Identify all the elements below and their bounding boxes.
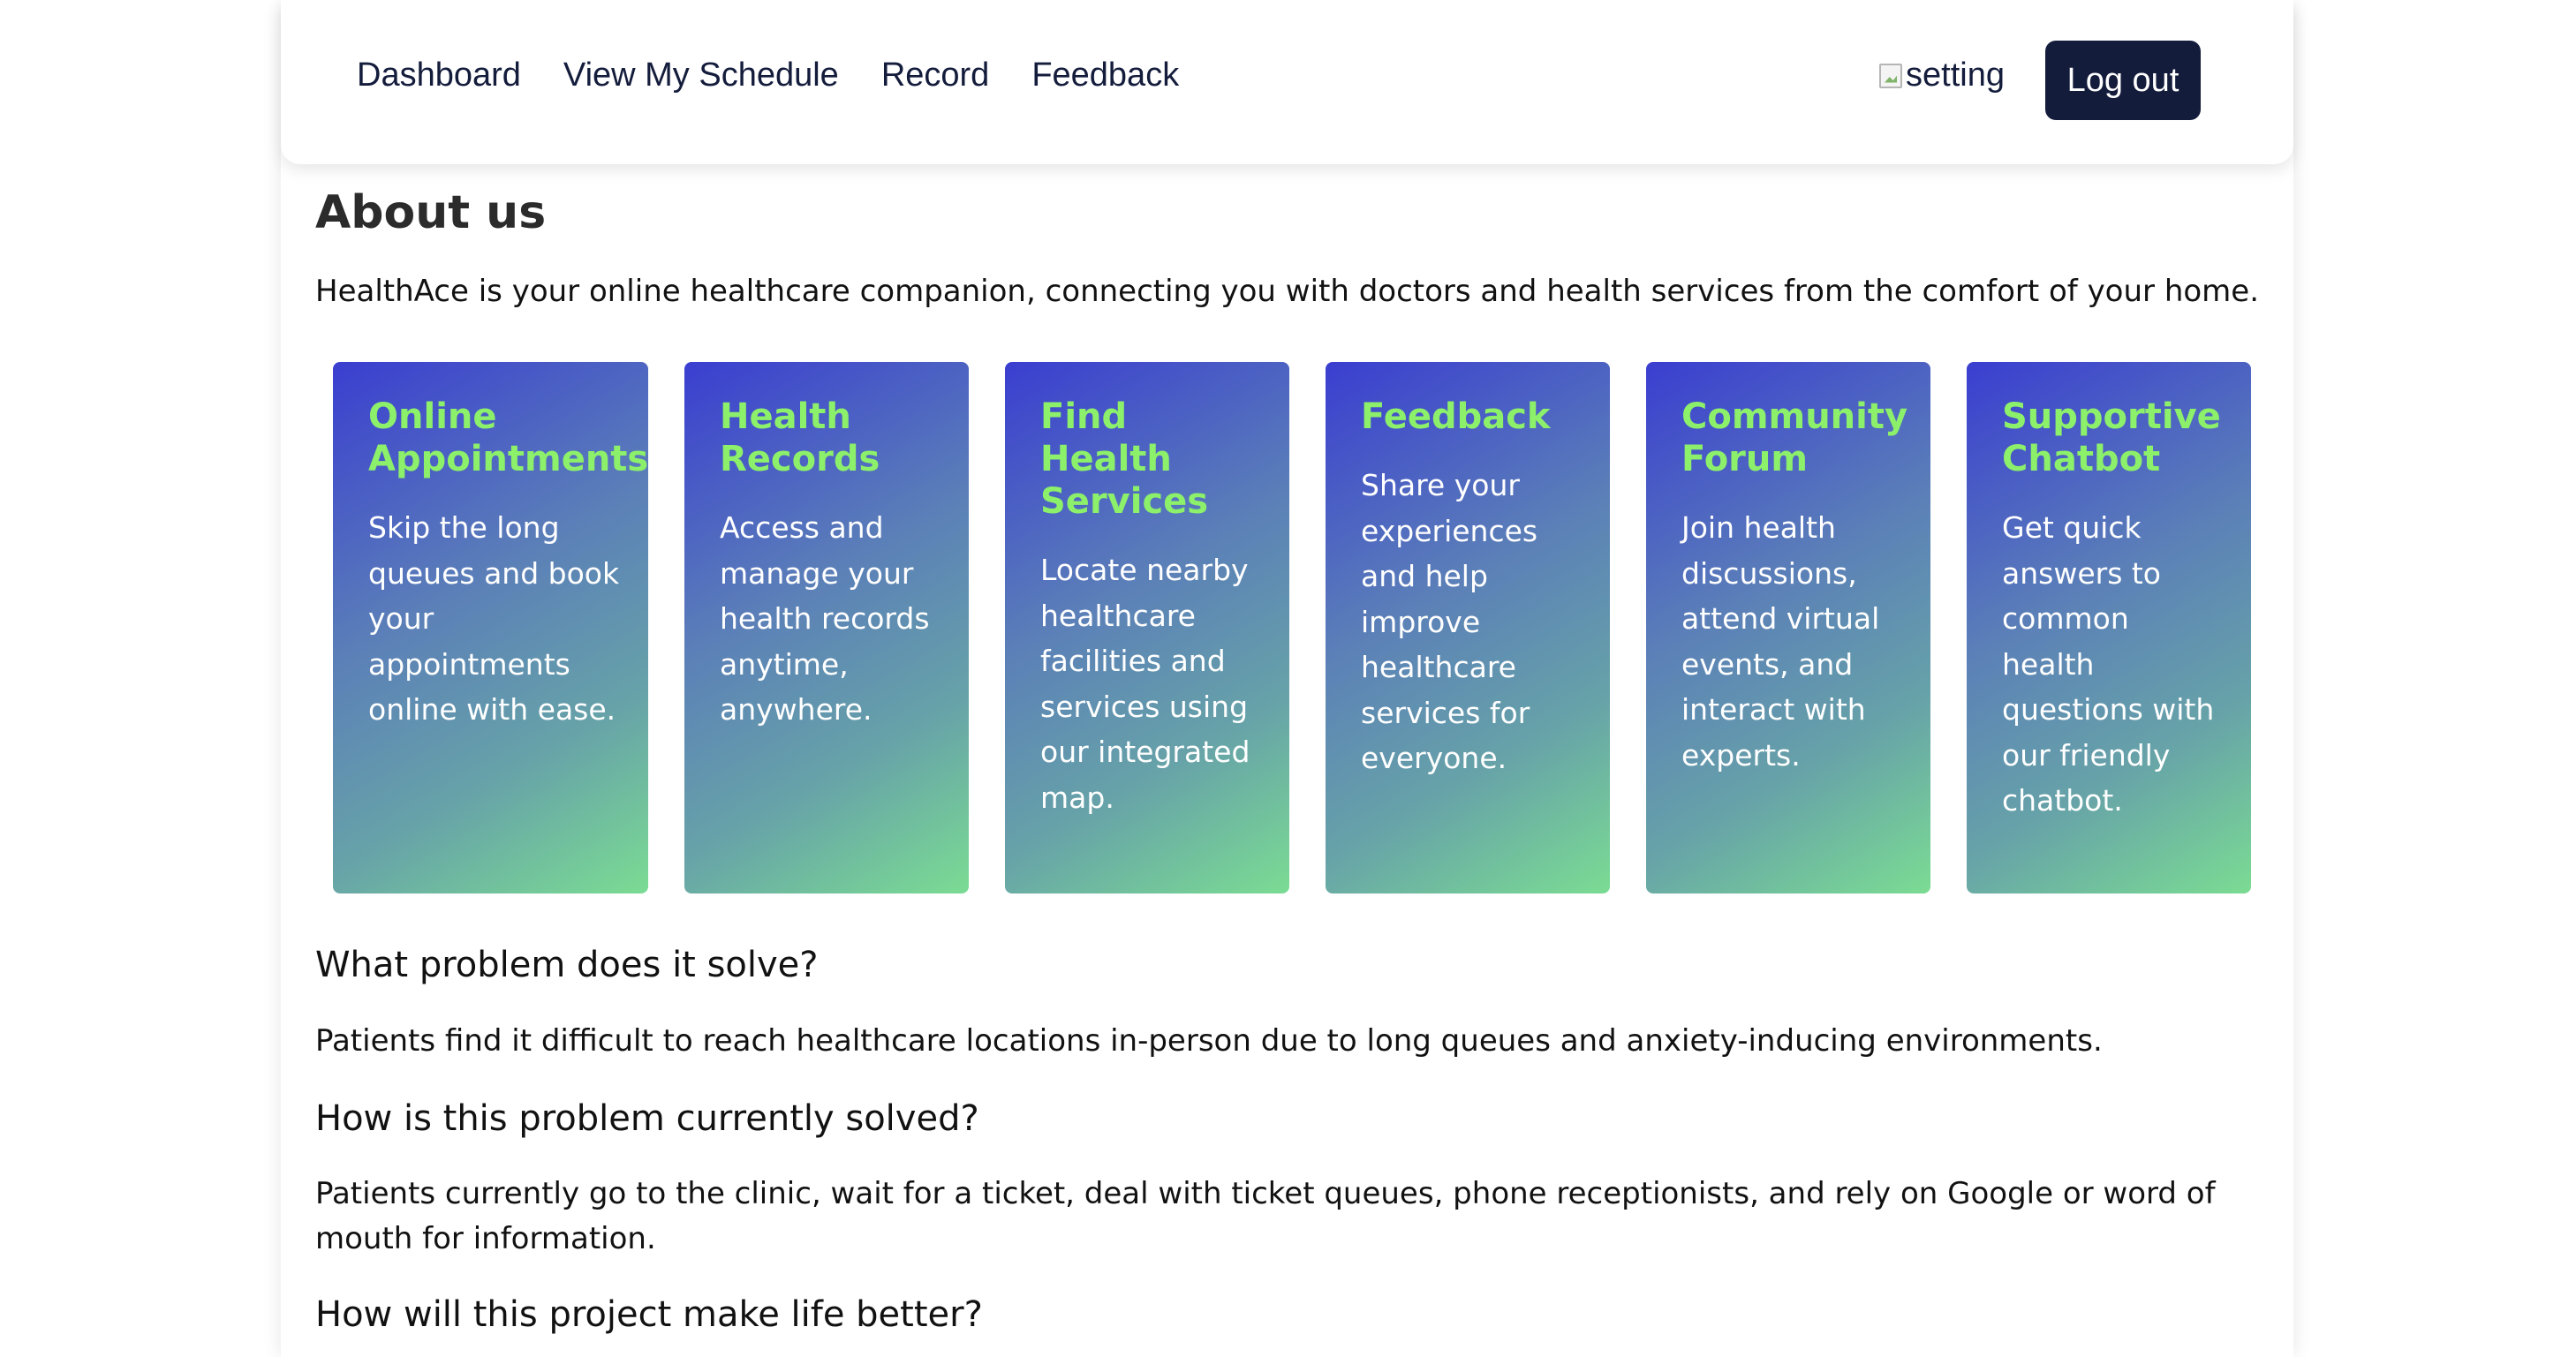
- improvement-heading: How will this project make life better?: [315, 1294, 983, 1335]
- nav-record-link[interactable]: Record: [881, 57, 990, 94]
- feature-card-supportive-chatbot: Supportive Chatbot Get quick answers to …: [1967, 362, 2251, 893]
- nav-view-my-schedule-link[interactable]: View My Schedule: [563, 57, 839, 94]
- feature-card-online-appointments: Online Appointments Skip the long queues…: [333, 362, 648, 893]
- card-text: Get quick answers to common health quest…: [2002, 510, 2215, 818]
- card-title: Health Records: [720, 396, 880, 479]
- feature-card-health-records: Health Records Access and manage your he…: [684, 362, 969, 893]
- feature-cards: Online Appointments Skip the long queues…: [315, 362, 2258, 893]
- feature-card-find-health-services: Find Health Services Locate nearby healt…: [1005, 362, 1289, 893]
- card-text: Join health discussions, attend virtual …: [1681, 510, 1880, 773]
- card-text: Access and manage your health records an…: [720, 510, 930, 727]
- card-title: Find Health Services: [1040, 396, 1209, 522]
- setting-alt-text: setting: [1906, 57, 2005, 94]
- card-title: Community Forum: [1681, 396, 1908, 479]
- logout-button[interactable]: Log out: [2045, 41, 2201, 120]
- nav-links: Dashboard View My Schedule Record Feedba…: [357, 57, 1221, 94]
- intro-text: HealthAce is your online healthcare comp…: [315, 274, 2260, 309]
- feature-card-feedback: Feedback Share your experiences and help…: [1326, 362, 1610, 893]
- card-title: Online Appointments: [368, 396, 649, 479]
- card-title: Supportive Chatbot: [2002, 396, 2221, 479]
- broken-image-icon: [1879, 63, 1902, 88]
- card-title: Feedback: [1361, 396, 1551, 437]
- card-text: Share your experiences and help improve …: [1361, 468, 1538, 775]
- page-title: About us: [315, 186, 547, 239]
- nav-feedback-link[interactable]: Feedback: [1031, 57, 1179, 94]
- setting-image-link[interactable]: setting: [1879, 57, 2005, 94]
- top-navbar: Dashboard View My Schedule Record Feedba…: [281, 0, 2293, 164]
- problem-text: Patients find it difficult to reach heal…: [315, 1023, 2103, 1059]
- card-text: Skip the long queues and book your appoi…: [368, 510, 620, 727]
- nav-dashboard-link[interactable]: Dashboard: [357, 57, 521, 94]
- problem-heading: What problem does it solve?: [315, 945, 819, 985]
- feature-card-community-forum: Community Forum Join health discussions,…: [1646, 362, 1930, 893]
- current-solution-heading: How is this problem currently solved?: [315, 1098, 979, 1139]
- card-text: Locate nearby healthcare facilities and …: [1040, 553, 1250, 815]
- current-solution-text: Patients currently go to the clinic, wai…: [315, 1176, 2216, 1256]
- about-content: About us HealthAce is your online health…: [315, 185, 2276, 1335]
